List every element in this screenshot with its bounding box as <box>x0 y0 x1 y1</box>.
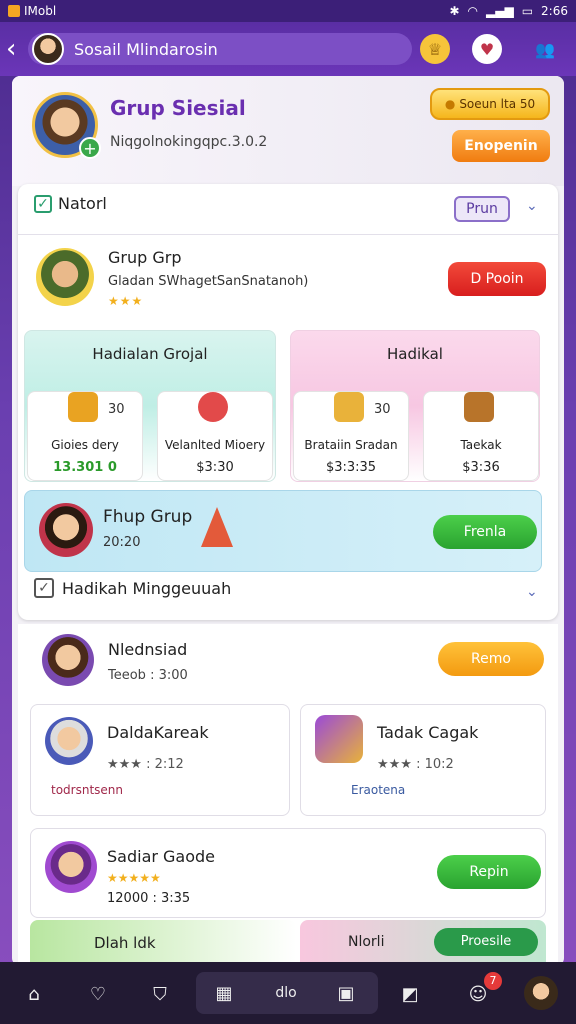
user-avatar[interactable] <box>42 634 94 686</box>
party-hat-icon <box>201 507 233 547</box>
divider <box>18 234 558 235</box>
chevron-down-icon[interactable]: ⌄ <box>526 584 538 600</box>
group-title: Grup Grp <box>108 248 182 267</box>
bluetooth-icon: ✱ <box>449 4 460 18</box>
remove-button[interactable]: Remo <box>438 642 544 676</box>
open-button[interactable]: Enopenin <box>452 130 550 162</box>
chevron-down-icon[interactable]: ⌄ <box>526 198 538 214</box>
carrier-label: IMobl <box>24 4 57 18</box>
reward-card[interactable]: 30 Gioies dery 13.301 0 <box>27 391 143 481</box>
card-title: Dlah ldk <box>94 934 156 952</box>
coin-icon: ● <box>444 97 456 111</box>
user-time: Teeob : 3:00 <box>108 668 188 683</box>
add-icon[interactable]: + <box>79 137 101 159</box>
image-icon[interactable]: ▣ <box>328 975 364 1011</box>
banner-title: Hadialan Grojal <box>92 345 208 363</box>
card-title: Tadak Cagak <box>377 723 479 742</box>
back-arrow-icon[interactable]: ‹ <box>6 34 26 64</box>
home-icon[interactable]: ⌂ <box>16 976 52 1012</box>
join-button[interactable]: D Pooin <box>448 262 546 296</box>
weekly-list: Nlednsiad Teeob : 3:00 Remo DaldaKareak … <box>18 624 558 966</box>
group-subtitle: Gladan SWhagetSanSnatanoh) <box>108 274 309 289</box>
notification-icon[interactable]: ♥ <box>472 34 502 64</box>
reward-card[interactable]: Taekak $3:36 <box>423 391 539 481</box>
panel-label: Natorl <box>58 194 107 213</box>
promo-time: 20:20 <box>103 535 141 550</box>
card-title: DaldaKareak <box>107 723 209 742</box>
main-container: + Grup Siesial Niqgolnokingqpc.3.0.2 ● S… <box>12 76 564 966</box>
join-promo-button[interactable]: Frenla <box>433 515 537 549</box>
card-rating: ★★★ : 2:12 <box>107 757 184 772</box>
layout-icon[interactable]: ▦ <box>206 975 242 1011</box>
notification-badge: 7 <box>484 972 502 990</box>
gem-icon <box>315 715 363 763</box>
filter-chip[interactable]: Prun <box>454 196 510 222</box>
bottom-card[interactable]: Dlah ldk <box>30 920 296 966</box>
group-panel: ✓ Natorl Prun ⌄ Grup Grp Gladan SWhagetS… <box>18 184 558 620</box>
rating-stars: ★★★★★ <box>107 871 161 885</box>
profile-avatar[interactable]: + <box>32 92 101 159</box>
reward-card[interactable]: 30 Brataiin Sradan $3:3:35 <box>293 391 409 481</box>
group-name: Grup Siesial <box>110 96 246 120</box>
bottom-nav: ⌂ ♡ ⛉ ▦ dlo ▣ ◩ ☺ 7 <box>0 962 576 1024</box>
signal-icon: ▂▄▆ <box>486 4 514 18</box>
clock: 2:66 <box>541 4 568 18</box>
card-title: Nlorli <box>348 934 385 950</box>
shirt-icon[interactable]: ⛉ <box>142 976 178 1012</box>
gallery-icon[interactable]: ◩ <box>392 976 428 1012</box>
coins-button[interactable]: ● Soeun lta 50 <box>430 88 550 120</box>
profile-header: + Grup Siesial Niqgolnokingqpc.3.0.2 ● S… <box>12 76 564 186</box>
group-avatar[interactable] <box>36 248 94 306</box>
treasure-icon <box>464 392 494 422</box>
join-button[interactable]: Repin <box>437 855 541 889</box>
checkbox-icon[interactable]: ✓ <box>34 194 52 213</box>
card-meta: Eraotena <box>351 783 406 797</box>
bottom-card[interactable]: Nlorli Proesile <box>300 920 546 966</box>
nav-center-group: ▦ dlo ▣ <box>196 972 378 1014</box>
group-subtitle: Niqgolnokingqpc.3.0.2 <box>110 134 268 150</box>
user-name: Sadiar Gaode <box>107 847 216 866</box>
promo-avatar[interactable] <box>39 503 93 557</box>
user-name: Nlednsiad <box>108 640 188 659</box>
status-bar: IMobl ✱ ◠ ▂▄▆ ▭ 2:66 <box>0 0 576 22</box>
heart-icon[interactable]: ♡ <box>80 976 116 1012</box>
reward-banner-left: Hadialan Grojal 30 Gioies dery 13.301 0 … <box>24 330 276 482</box>
chest-icon <box>68 392 98 422</box>
battery-icon: ▭ <box>521 4 534 18</box>
reward-banner-right: Hadikal 30 Brataiin Sradan $3:3:35 Taeka… <box>290 330 540 482</box>
promo-title: Fhup Grup <box>103 507 193 527</box>
wifi-icon: ◠ <box>467 4 479 18</box>
nav-center-label[interactable]: dlo <box>268 975 304 1011</box>
chest-icon <box>334 392 364 422</box>
avatar <box>32 33 64 65</box>
profile-button[interactable]: Proesile <box>434 928 538 956</box>
user-avatar[interactable] <box>45 841 97 893</box>
item-card[interactable]: Tadak Cagak ★★★ : 10:2 Eraotena <box>300 704 546 816</box>
card-avatar <box>45 717 93 765</box>
user-card: Sadiar Gaode ★★★★★ 12000 : 3:35 Repin <box>30 828 546 918</box>
promo-banner: Fhup Grup 20:20 Frenla <box>24 490 542 572</box>
app-title: Sosail Mlindarosin <box>74 39 218 59</box>
people-icon[interactable]: 👥 <box>530 34 560 64</box>
reward-card[interactable]: Velanlted Mioery $3:30 <box>157 391 273 481</box>
group-header-pill[interactable]: Sosail Mlindarosin <box>28 33 412 65</box>
banner-title: Hadikal <box>387 345 443 363</box>
app-icon <box>8 5 20 17</box>
card-rating: ★★★ : 10:2 <box>377 757 454 772</box>
checkbox-icon[interactable]: ✓ <box>34 578 54 598</box>
item-card[interactable]: DaldaKareak ★★★ : 2:12 todrsntsenn <box>30 704 290 816</box>
avatar[interactable] <box>524 976 558 1010</box>
trophy-icon[interactable]: ♕ <box>420 34 450 64</box>
gift-icon <box>198 392 228 422</box>
user-price: 12000 : 3:35 <box>107 891 191 906</box>
weekly-section-header: ✓ Hadikah Minggeuuah <box>34 578 231 598</box>
rating-stars: ★★★ <box>108 294 144 308</box>
card-meta: todrsntsenn <box>51 783 124 797</box>
